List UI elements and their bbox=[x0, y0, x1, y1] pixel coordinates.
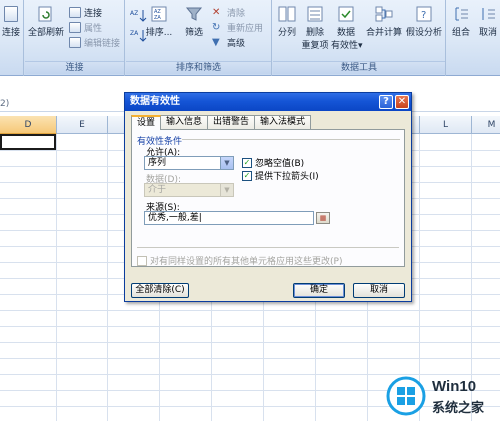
clear-filter-button[interactable]: ✕ 清除 bbox=[212, 6, 245, 19]
consolidate-button[interactable]: 合并计算 bbox=[365, 6, 403, 38]
group-label-connections: 连接 bbox=[25, 61, 124, 74]
ribbon-group-data-tools: 分列 删除 重复项 数据 有效性▾ 合并计算 ? 假设分析 数据工具 bbox=[273, 0, 446, 76]
allow-select[interactable]: 序列 ▼ bbox=[144, 156, 234, 170]
source-input[interactable]: 优秀,一般,差| bbox=[144, 211, 314, 225]
filter-button[interactable]: 筛选 bbox=[180, 6, 208, 38]
column-header-l[interactable]: L bbox=[420, 116, 472, 134]
tab-settings[interactable]: 设置 bbox=[131, 115, 162, 130]
allow-select-value: 序列 bbox=[148, 158, 167, 168]
group-icon bbox=[455, 7, 468, 21]
filter-icon bbox=[185, 7, 203, 21]
remove-duplicates-button[interactable]: 删除 重复项 bbox=[301, 6, 329, 51]
win10-logo-icon bbox=[386, 376, 426, 416]
remove-duplicates-icon bbox=[307, 6, 323, 22]
checkbox-empty-icon bbox=[137, 255, 147, 266]
watermark-line1: Win10 bbox=[432, 378, 477, 395]
ribbon-group-partial: 连接 bbox=[0, 0, 24, 76]
refresh-all-button[interactable]: 全部刷新 bbox=[27, 6, 65, 38]
chevron-down-icon: ▾ bbox=[358, 41, 363, 51]
reapply-button[interactable]: ↻ 重新应用 bbox=[212, 21, 263, 34]
tab-error-alert[interactable]: 出错警告 bbox=[207, 115, 256, 129]
chevron-down-icon: ▼ bbox=[220, 184, 233, 196]
dialog-tabs: 设置 输入信息 出错警告 输入法模式 bbox=[131, 115, 312, 130]
clear-all-button[interactable]: 全部清除(C) bbox=[131, 283, 189, 298]
checkmark-icon: ✓ bbox=[242, 157, 252, 168]
grid-line bbox=[0, 358, 500, 359]
active-cell[interactable] bbox=[0, 134, 56, 150]
grid-line bbox=[0, 374, 500, 375]
grid-line bbox=[0, 310, 500, 311]
ungroup-icon bbox=[482, 8, 495, 20]
dialog-titlebar[interactable]: 数据有效性 bbox=[125, 93, 411, 111]
tab-ime-mode[interactable]: 输入法模式 bbox=[254, 115, 312, 129]
data-select-value: 介于 bbox=[148, 185, 167, 195]
reapply-icon: ↻ bbox=[212, 22, 221, 33]
tab-input-message[interactable]: 输入信息 bbox=[160, 115, 209, 129]
checkmark-icon: ✓ bbox=[242, 170, 252, 181]
in-cell-dropdown-checkbox[interactable]: ✓ 提供下拉箭头(I) bbox=[242, 169, 319, 182]
refresh-icon bbox=[38, 6, 52, 22]
group-label-data-tools: 数据工具 bbox=[273, 61, 445, 74]
ribbon: 连接 全部刷新 连接 属性 编辑链接 连接 AZ ZA AZ ZA 排序... … bbox=[0, 0, 500, 76]
grid-line bbox=[0, 342, 500, 343]
data-select[interactable]: 介于 ▼ bbox=[144, 183, 234, 197]
ok-button[interactable]: 确定 bbox=[293, 283, 345, 298]
consolidate-icon bbox=[375, 6, 393, 22]
edit-links-icon bbox=[69, 37, 81, 48]
close-icon[interactable]: ✕ bbox=[395, 95, 409, 109]
ribbon-group-sort-filter: AZ ZA AZ ZA 排序... 筛选 ✕ 清除 ↻ 重新应用 ▼ 高级 排序… bbox=[126, 0, 272, 76]
connections-icon bbox=[69, 7, 81, 18]
svg-text:ZA: ZA bbox=[154, 15, 161, 21]
range-picker-icon[interactable]: ▦ bbox=[316, 212, 330, 224]
chevron-down-icon: ▼ bbox=[220, 157, 233, 169]
what-if-icon: ? bbox=[416, 6, 432, 22]
panel-divider bbox=[137, 247, 399, 248]
advanced-filter-icon: ▼ bbox=[212, 37, 220, 48]
group-label-sort-filter: 排序和筛选 bbox=[126, 61, 271, 74]
properties-icon bbox=[69, 22, 81, 33]
ribbon-group-connections: 全部刷新 连接 属性 编辑链接 连接 bbox=[25, 0, 125, 76]
what-if-analysis-button[interactable]: ? 假设分析 bbox=[405, 6, 443, 38]
dialog-title: 数据有效性 bbox=[130, 96, 180, 107]
data-validation-button[interactable]: 数据 有效性▾ bbox=[331, 6, 363, 51]
connections-button[interactable]: 连接 bbox=[69, 6, 102, 19]
help-icon[interactable]: ? bbox=[379, 95, 393, 109]
sort-dialog-icon: AZ ZA bbox=[151, 6, 167, 22]
watermark-line2: 系统之家 bbox=[432, 400, 485, 415]
column-header-d[interactable]: D bbox=[0, 116, 57, 134]
column-header-m[interactable]: M bbox=[472, 116, 500, 134]
column-header-e[interactable]: E bbox=[57, 116, 108, 134]
properties-button[interactable]: 属性 bbox=[69, 21, 102, 34]
svg-text:ZA: ZA bbox=[130, 30, 139, 37]
svg-text:?: ? bbox=[421, 10, 426, 21]
data-validation-icon bbox=[338, 6, 354, 22]
ungroup-button[interactable]: 取消 bbox=[475, 6, 500, 38]
edit-links-button[interactable]: 编辑链接 bbox=[69, 36, 120, 49]
text-to-columns-button[interactable]: 分列 bbox=[275, 6, 299, 38]
advanced-filter-button[interactable]: ▼ 高级 bbox=[212, 36, 245, 49]
group-button[interactable]: 组合 bbox=[449, 6, 473, 38]
ignore-blank-checkbox[interactable]: ✓ 忽略空值(B) bbox=[242, 156, 304, 169]
cancel-button[interactable]: 取消 bbox=[353, 283, 405, 298]
name-box-fragment[interactable]: 2) bbox=[0, 99, 9, 109]
section-divider bbox=[182, 139, 400, 140]
grid-line bbox=[0, 326, 500, 327]
data-validation-dialog: 数据有效性 ? ✕ 设置 输入信息 出错警告 输入法模式 有效性条件 允许(A)… bbox=[124, 92, 412, 302]
ribbon-group-outline: 组合 取消 bbox=[447, 0, 500, 76]
sort-button[interactable]: AZ ZA 排序... bbox=[144, 6, 174, 38]
text-to-columns-icon bbox=[278, 6, 296, 22]
apply-to-all-checkbox[interactable]: 对有同样设置的所有其他单元格应用这些更改(P) bbox=[137, 254, 342, 267]
settings-panel: 有效性条件 允许(A): 序列 ▼ ✓ 忽略空值(B) ✓ 提供下拉箭头(I) … bbox=[131, 129, 405, 267]
clear-icon: ✕ bbox=[212, 7, 221, 18]
connect-partial-button[interactable]: 连接 bbox=[0, 6, 22, 38]
svg-text:AZ: AZ bbox=[130, 10, 138, 17]
connection-icon bbox=[4, 6, 18, 22]
